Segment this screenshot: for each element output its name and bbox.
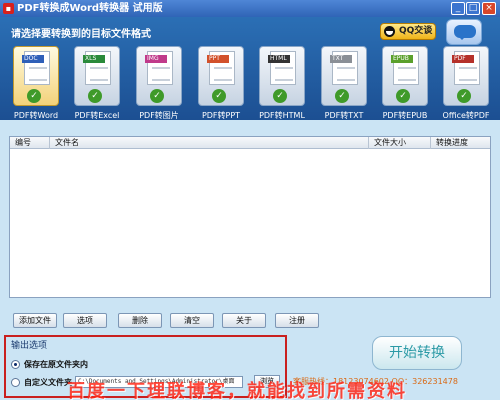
format-badge: TXT	[330, 55, 352, 63]
custom-folder-label: 自定义文件夹	[24, 378, 72, 387]
column-header-progress[interactable]: 转换进度	[431, 137, 490, 149]
format-card: PPT ✓	[198, 46, 244, 106]
format-card: XLS ✓	[74, 46, 120, 106]
save-same-folder-label: 保存在原文件夹内	[24, 360, 88, 369]
check-icon: ✓	[150, 89, 164, 103]
format-badge: XLS	[83, 55, 105, 63]
format-card: PDF ✓	[443, 46, 489, 106]
format-excel[interactable]: XLS ✓ PDF转Excel	[68, 46, 126, 125]
clear-button[interactable]: 清空	[170, 313, 214, 328]
close-button[interactable]: ×	[482, 2, 496, 15]
format-card: IMG ✓	[136, 46, 182, 106]
format-card: TXT ✓	[321, 46, 367, 106]
format-badge: DOC	[22, 55, 44, 63]
qq-icon	[384, 26, 395, 37]
format-card: EPUB ✓	[382, 46, 428, 106]
check-icon: ✓	[273, 89, 287, 103]
format-label: PDF转Excel	[74, 111, 120, 120]
format-badge: IMG	[145, 55, 167, 63]
check-icon: ✓	[335, 89, 349, 103]
qq-chat-button[interactable]: QQ交谈	[380, 23, 436, 40]
chat-bubble-icon	[454, 25, 476, 40]
minimize-button[interactable]: _	[451, 2, 465, 15]
options-button[interactable]: 选项	[63, 313, 107, 328]
custom-folder-radio[interactable]	[11, 378, 20, 387]
format-txt[interactable]: TXT ✓ PDF转TXT	[315, 46, 373, 125]
add-file-button[interactable]: 添加文件	[13, 313, 57, 328]
app-icon: ▪	[3, 3, 14, 14]
column-header-filename[interactable]: 文件名	[50, 137, 369, 149]
check-icon: ✓	[88, 89, 102, 103]
format-prompt: 请选择要转换到的目标文件格式	[11, 29, 151, 40]
format-image[interactable]: IMG ✓ PDF转图片	[130, 46, 188, 125]
check-icon: ✓	[457, 89, 471, 103]
delete-button[interactable]: 删除	[118, 313, 162, 328]
format-office-to-pdf[interactable]: PDF ✓ Office转PDF	[437, 46, 495, 125]
text-document-icon: TXT	[330, 51, 358, 85]
presentation-icon: PPT	[207, 51, 235, 85]
start-convert-button[interactable]: 开始转换	[372, 336, 462, 370]
save-same-folder-radio[interactable]	[11, 360, 20, 369]
check-icon: ✓	[27, 89, 41, 103]
format-badge: PDF	[452, 55, 474, 63]
maximize-button[interactable]: □	[466, 2, 480, 15]
file-list[interactable]: 编号 文件名 文件大小 转换进度	[9, 136, 491, 298]
qq-chat-label: QQ交谈	[399, 26, 433, 36]
check-icon: ✓	[212, 89, 226, 103]
format-label: PDF转Word	[13, 111, 59, 120]
format-label: Office转PDF	[442, 111, 490, 120]
app-window: ▪ PDF转换成Word转换器 试用版 _ □ × 请选择要转换到的目标文件格式…	[0, 0, 500, 400]
format-epub[interactable]: EPUB ✓ PDF转EPUB	[376, 46, 434, 125]
window-title: PDF转换成Word转换器 试用版	[17, 3, 163, 14]
format-label: PDF转HTML	[259, 111, 305, 120]
format-label: PDF转EPUB	[382, 111, 428, 120]
globe-document-icon: HTML	[268, 51, 296, 85]
format-badge: PPT	[207, 55, 229, 63]
column-header-number[interactable]: 编号	[10, 137, 50, 149]
pdf-document-icon: PDF	[452, 51, 480, 85]
register-button[interactable]: 注册	[275, 313, 319, 328]
format-badge: HTML	[268, 55, 290, 63]
format-panel: 请选择要转换到的目标文件格式 QQ交谈 DOC ✓ PDF转Word XLS ✓…	[0, 17, 500, 120]
format-badge: EPUB	[391, 55, 413, 63]
format-word[interactable]: DOC ✓ PDF转Word	[7, 46, 65, 125]
format-html[interactable]: HTML ✓ PDF转HTML	[253, 46, 311, 125]
format-label: PDF转PPT	[201, 111, 241, 120]
format-ppt[interactable]: PPT ✓ PDF转PPT	[192, 46, 250, 125]
format-card: DOC ✓	[13, 46, 59, 106]
image-icon: IMG	[145, 51, 173, 85]
document-icon: DOC	[22, 51, 50, 85]
output-options-title: 输出选项	[11, 341, 48, 351]
about-button[interactable]: 关于	[222, 313, 266, 328]
format-label: PDF转TXT	[324, 111, 364, 120]
file-list-header: 编号 文件名 文件大小 转换进度	[10, 137, 490, 149]
format-label: PDF转图片	[139, 111, 179, 120]
watermark-text: 百度一下理联博客，就能找到所需资料	[67, 381, 407, 400]
check-icon: ✓	[396, 89, 410, 103]
format-card: HTML ✓	[259, 46, 305, 106]
column-header-filesize[interactable]: 文件大小	[369, 137, 431, 149]
chat-button[interactable]	[446, 19, 482, 45]
title-bar: ▪ PDF转换成Word转换器 试用版 _ □ ×	[0, 0, 500, 17]
ebook-icon: EPUB	[391, 51, 419, 85]
spreadsheet-icon: XLS	[83, 51, 111, 85]
